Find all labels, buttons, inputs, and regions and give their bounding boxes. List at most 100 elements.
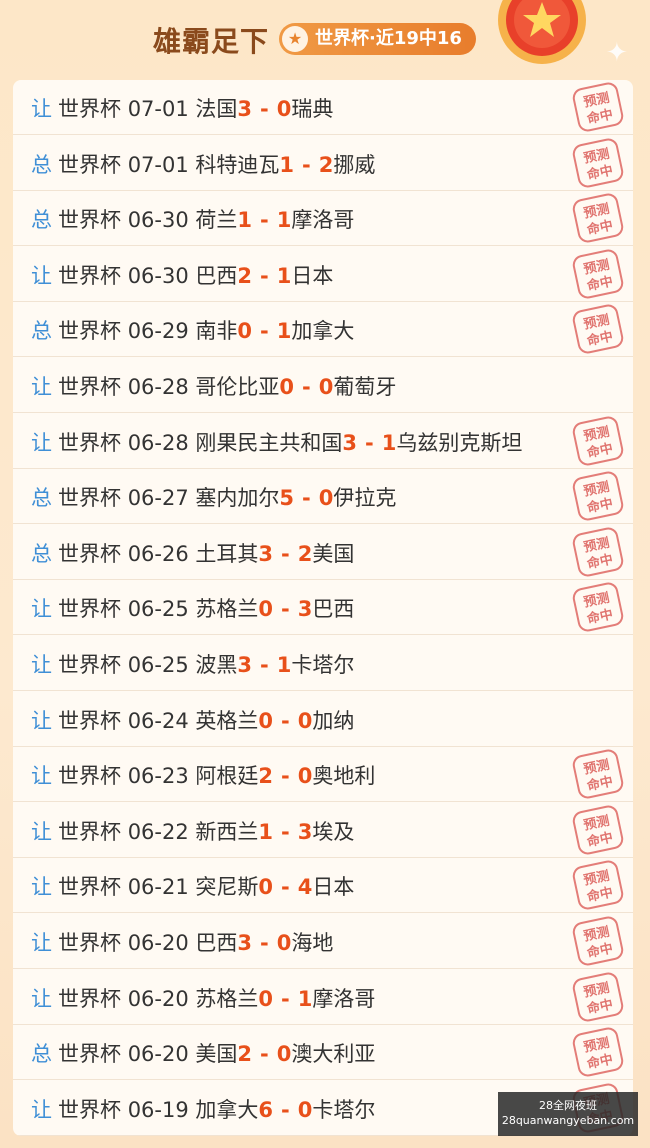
away-team: 奥地利 [312, 764, 376, 789]
score-separator: - [260, 97, 269, 121]
bet-type-tag: 让 [31, 375, 52, 399]
match-date: 06-19 [127, 1097, 189, 1122]
home-team: 美国 [195, 1042, 238, 1067]
score-separator: - [365, 430, 374, 455]
score-separator: - [260, 653, 269, 677]
league-name: 世界杯 [58, 97, 121, 121]
prediction-hit-stamp-icon: 预测命中 [572, 249, 624, 299]
match-text: 让世界杯 06-28 哥伦比亚0-0葡萄牙 [31, 371, 396, 401]
match-text: 总世界杯 06-26 土耳其3-2美国 [31, 538, 354, 568]
away-score: 1 [276, 319, 292, 344]
list-item[interactable]: 让世界杯 06-20 苏格兰0-1摩洛哥 预测 命中 [13, 970, 633, 1025]
prediction-hit-stamp-icon: 预测命中 [572, 972, 624, 1022]
match-date: 06-21 [127, 875, 189, 900]
match-text: 让世界杯 06-25 苏格兰0-3巴西 [31, 593, 354, 623]
list-item[interactable]: 总世界杯 06-29 南非0-1加拿大 预测 命中 [13, 302, 633, 358]
away-team: 日本 [312, 875, 355, 900]
bet-type-tag: 让 [31, 597, 52, 622]
away-score: 1 [297, 986, 313, 1011]
league-name: 世界杯 [58, 486, 121, 511]
score-separator: - [302, 486, 311, 511]
away-score: 0 [297, 764, 313, 789]
away-score: 1 [276, 263, 292, 288]
record-badge: ★ 世界杯·近19中16 [279, 23, 476, 55]
league-name: 世界杯 [58, 430, 121, 455]
list-item[interactable]: 让世界杯 06-25 波黑3-1卡塔尔 [13, 636, 633, 691]
bet-type-tag: 总 [31, 541, 52, 566]
list-item[interactable]: 让世界杯 06-23 阿根廷2-0奥地利 预测 命中 [13, 747, 633, 803]
away-score: 3 [297, 597, 313, 622]
league-name: 世界杯 [58, 208, 121, 233]
home-team: 塞内加尔 [195, 486, 280, 511]
home-score: 5 [279, 486, 295, 511]
match-date: 06-20 [127, 1042, 189, 1067]
watermark-line2: 28quanwangyeban.com [501, 1114, 635, 1127]
bet-type-tag: 总 [31, 486, 52, 511]
list-item[interactable]: 让世界杯 06-28 哥伦比亚0-0葡萄牙 [13, 358, 633, 413]
home-team: 荷兰 [195, 208, 238, 233]
score-separator: - [281, 541, 290, 566]
match-text: 让世界杯 07-01 法国3-0瑞典 [31, 93, 333, 123]
match-date: 06-20 [127, 931, 189, 955]
league-name: 世界杯 [58, 1097, 121, 1122]
away-score: 3 [297, 819, 313, 844]
list-item[interactable]: 让世界杯 06-21 突尼斯0-4日本 预测 命中 [13, 858, 633, 914]
prediction-hit-stamp-icon: 预测命中 [572, 527, 624, 577]
home-team: 英格兰 [195, 708, 259, 733]
match-date: 07-01 [127, 97, 189, 121]
home-team: 巴西 [195, 931, 238, 955]
list-item[interactable]: 让世界杯 06-28 刚果民主共和国3-1乌兹别克斯坦 预测 命中 [13, 414, 633, 469]
away-team: 日本 [291, 263, 334, 288]
match-date: 06-20 [127, 986, 189, 1011]
home-score: 2 [237, 1042, 253, 1067]
prediction-hit-stamp-icon: 预测命中 [572, 193, 624, 243]
watermark-line1: 28全网夜班 [539, 1099, 597, 1112]
away-score: 0 [297, 1097, 313, 1122]
list-item[interactable]: 总世界杯 06-30 荷兰1-1摩洛哥 预测 命中 [13, 191, 633, 247]
list-item[interactable]: 让世界杯 06-20 巴西3-0海地 预测 命中 [13, 914, 633, 969]
list-item[interactable]: 让世界杯 06-25 苏格兰0-3巴西 预测 命中 [13, 580, 633, 636]
away-team: 葡萄牙 [333, 375, 397, 399]
home-score: 1 [279, 152, 295, 177]
list-item[interactable]: 让世界杯 07-01 法国3-0瑞典 预测 命中 [13, 80, 633, 135]
away-score: 4 [297, 875, 313, 900]
bet-type-tag: 总 [31, 1042, 52, 1067]
bet-type-tag: 总 [31, 208, 52, 233]
score-separator: - [260, 1042, 269, 1067]
list-item[interactable]: 总世界杯 06-20 美国2-0澳大利亚 预测 命中 [13, 1025, 633, 1081]
match-text: 让世界杯 06-28 刚果民主共和国3-1乌兹别克斯坦 [31, 427, 522, 457]
list-item[interactable]: 总世界杯 07-01 科特迪瓦1-2挪威 预测 命中 [13, 136, 633, 191]
score-separator: - [281, 819, 290, 844]
away-team: 卡塔尔 [312, 1097, 376, 1122]
away-team: 美国 [312, 541, 355, 566]
bet-type-tag: 让 [31, 430, 52, 455]
record-badge-label: 世界杯·近19中16 [315, 28, 462, 49]
score-separator: - [260, 319, 269, 344]
away-team: 巴西 [312, 597, 355, 622]
match-date: 06-28 [127, 375, 189, 399]
bet-type-tag: 总 [31, 319, 52, 344]
away-score: 1 [276, 653, 292, 677]
list-item[interactable]: 让世界杯 06-30 巴西2-1日本 预测 命中 [13, 247, 633, 302]
score-separator: - [281, 708, 290, 733]
away-team: 摩洛哥 [291, 208, 355, 233]
list-item[interactable]: 让世界杯 06-22 新西兰1-3埃及 预测 命中 [13, 803, 633, 858]
match-text: 总世界杯 06-30 荷兰1-1摩洛哥 [31, 204, 354, 234]
away-team: 瑞典 [291, 97, 334, 121]
watermark: 28全网夜班 28quanwangyeban.com [498, 1092, 638, 1136]
match-text: 让世界杯 06-19 加拿大6-0卡塔尔 [31, 1094, 375, 1124]
away-team: 卡塔尔 [291, 653, 355, 677]
match-text: 让世界杯 06-24 英格兰0-0加纳 [31, 705, 354, 735]
list-item[interactable]: 总世界杯 06-27 塞内加尔5-0伊拉克 预测 命中 [13, 469, 633, 525]
league-name: 世界杯 [58, 263, 121, 288]
away-team: 挪威 [333, 152, 376, 177]
league-name: 世界杯 [58, 764, 121, 789]
away-score: 0 [318, 375, 334, 399]
list-item[interactable]: 总世界杯 06-26 土耳其3-2美国 预测 命中 [13, 525, 633, 580]
list-item[interactable]: 让世界杯 06-24 英格兰0-0加纳 [13, 692, 633, 747]
away-score: 0 [297, 708, 313, 733]
match-date: 06-30 [127, 263, 189, 288]
home-team: 刚果民主共和国 [195, 430, 343, 455]
star-icon: ★ [282, 26, 308, 52]
home-score: 2 [237, 263, 253, 288]
